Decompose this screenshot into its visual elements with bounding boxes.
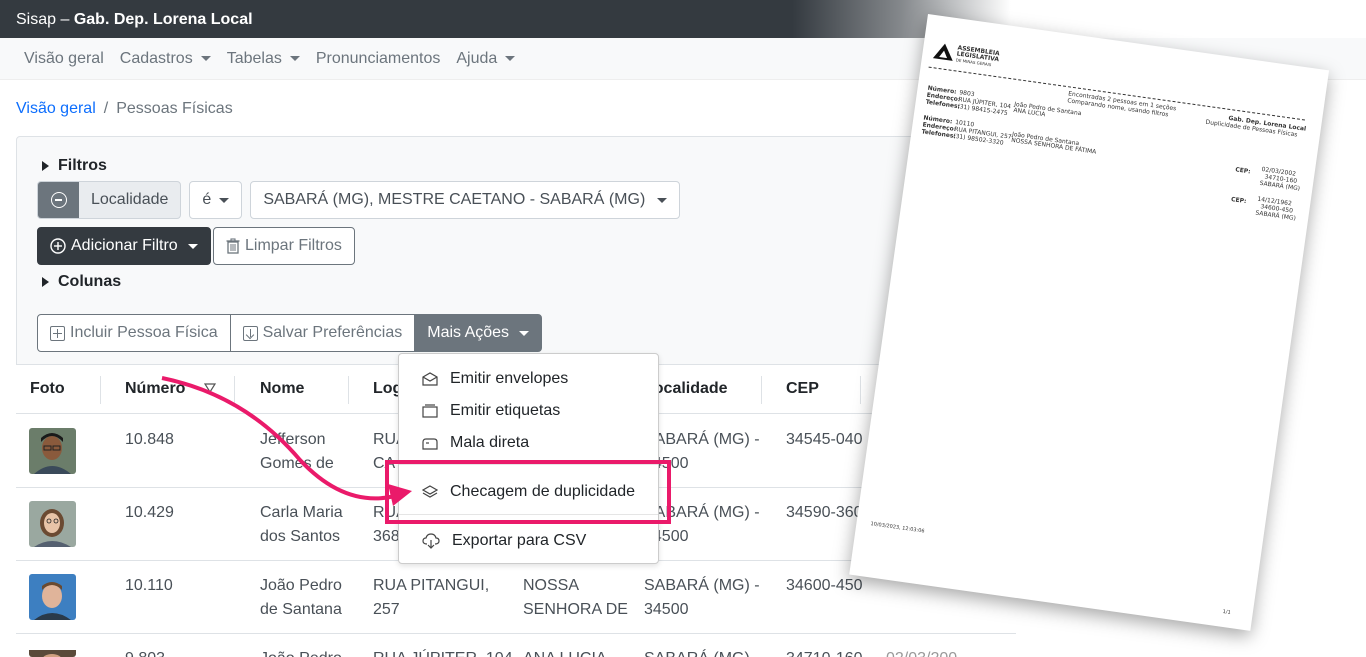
chevron-down-icon: [505, 56, 516, 61]
row-3-localidade: SABARÁ (MG) -34500: [644, 577, 760, 618]
label-icon: [422, 404, 438, 418]
avatar[interactable]: [29, 574, 76, 620]
row-4-nome[interactable]: João Pedro: [260, 647, 342, 657]
breadcrumb: Visão geral / Pessoas Físicas: [16, 100, 233, 117]
clear-filters-button[interactable]: Limpar Filtros: [213, 227, 355, 265]
cloud-download-icon: [422, 533, 440, 549]
column-divider: [860, 376, 861, 404]
more-actions-button[interactable]: Mais Ações: [414, 314, 543, 352]
row-divider: [16, 633, 1016, 634]
include-person-button[interactable]: Incluir Pessoa Física: [37, 314, 231, 352]
more-actions-menu: Emitir envelopes Emitir etiquetas Mala d…: [398, 353, 659, 564]
filter-row: Localidade é SABARÁ (MG), MESTRE CAETANO…: [37, 181, 681, 219]
breadcrumb-current: Pessoas Físicas: [116, 100, 233, 117]
row-3-logradouro: RUA PITANGUI, 257: [373, 577, 490, 618]
menu-tabelas[interactable]: Tabelas: [219, 50, 308, 68]
column-header-foto[interactable]: Foto: [30, 380, 65, 398]
row-4-bairro: ANA LUCIA: [523, 647, 607, 657]
chevron-down-icon: [657, 197, 668, 203]
menu-item-exportar-csv[interactable]: Exportar para CSV: [399, 528, 658, 554]
row-2-numero: 10.429: [125, 504, 174, 521]
menu-item-mala-direta[interactable]: Mala direta: [399, 430, 658, 456]
row-1-nome[interactable]: Jefferson Gomes de: [260, 428, 334, 476]
filter-value-select[interactable]: SABARÁ (MG), MESTRE CAETANO - SABARÁ (MG…: [250, 181, 681, 219]
row-3-numero: 10.110: [125, 577, 173, 594]
columns-toggle[interactable]: Colunas: [42, 273, 121, 291]
filter-field-label: Localidade: [91, 191, 169, 208]
row-4-data: 02/03/200: [886, 647, 957, 657]
caret-right-icon: [42, 277, 49, 287]
column-divider: [234, 376, 235, 404]
app-name: Sisap: [16, 11, 57, 28]
row-2-cep: 34590-360: [786, 504, 863, 521]
envelope-icon: [422, 372, 438, 386]
row-4-logradouro: RUA JÚPITER, 104: [373, 647, 513, 657]
menu-ajuda[interactable]: Ajuda: [448, 50, 523, 68]
breadcrumb-home-link[interactable]: Visão geral: [16, 100, 96, 117]
menu-item-emitir-etiquetas[interactable]: Emitir etiquetas: [399, 398, 658, 424]
column-divider: [348, 376, 349, 404]
assembly-logo-icon: [932, 43, 953, 61]
avatar[interactable]: [29, 647, 76, 657]
menu-pronunciamentos[interactable]: Pronunciamentos: [308, 50, 449, 68]
save-preferences-button[interactable]: Salvar Preferências: [229, 314, 416, 352]
trash-icon: [226, 238, 240, 254]
caret-right-icon: [42, 161, 49, 171]
column-header-nome[interactable]: Nome: [260, 380, 304, 398]
column-header-numero[interactable]: Número: [125, 380, 216, 398]
row-3-nome[interactable]: João Pedro de Santana: [260, 574, 342, 622]
row-4-numero: 9.803: [125, 647, 165, 657]
avatar[interactable]: [29, 428, 76, 474]
avatar[interactable]: [29, 501, 76, 547]
chevron-down-icon: [200, 56, 211, 61]
filter-field-group: Localidade: [37, 181, 182, 219]
sort-desc-icon: [203, 383, 216, 394]
download-square-icon: [242, 325, 258, 341]
filters-toggle[interactable]: Filtros: [42, 157, 107, 175]
column-divider: [761, 376, 762, 404]
minus-circle-icon: [50, 192, 67, 208]
filter-operator-select[interactable]: é: [189, 181, 243, 219]
row-2-nome[interactable]: Carla Maria dos Santos: [260, 501, 343, 549]
mailbox-icon: [422, 438, 438, 450]
chevron-down-icon: [289, 56, 300, 61]
chevron-down-icon: [519, 330, 530, 336]
row-1-numero: 10.848: [125, 431, 174, 448]
office-name: Gab. Dep. Lorena Local: [73, 11, 253, 28]
column-divider: [100, 376, 101, 404]
chevron-down-icon: [187, 243, 198, 249]
report-preview-page: ASSEMBLEIA LEGISLATIVA DE MINAS GERAIS E…: [849, 14, 1330, 631]
row-3-bairro: NOSSA SENHORA DE: [523, 577, 628, 618]
menu-visao-geral[interactable]: Visão geral: [16, 50, 112, 68]
app-title-bar: Sisap – Gab. Dep. Lorena Local: [0, 0, 1366, 38]
chevron-down-icon: [219, 197, 230, 203]
remove-filter-button[interactable]: [38, 182, 79, 218]
add-filter-button[interactable]: Adicionar Filtro: [37, 227, 211, 265]
actions-button-group: Incluir Pessoa Física Salvar Preferência…: [37, 314, 543, 352]
plus-circle-icon: [50, 238, 66, 254]
row-4-cep: 34710-160: [786, 647, 863, 657]
row-3-cep: 34600-450: [786, 577, 863, 594]
plus-square-icon: [50, 325, 65, 341]
row-4-localidade: SABARÁ (MG) -: [644, 647, 760, 657]
menu-item-emitir-envelopes[interactable]: Emitir envelopes: [399, 366, 658, 392]
row-1-cep: 34545-040: [786, 431, 863, 448]
menu-cadastros[interactable]: Cadastros: [112, 50, 219, 68]
highlight-box: [385, 460, 671, 524]
column-header-cep[interactable]: CEP: [786, 380, 819, 398]
